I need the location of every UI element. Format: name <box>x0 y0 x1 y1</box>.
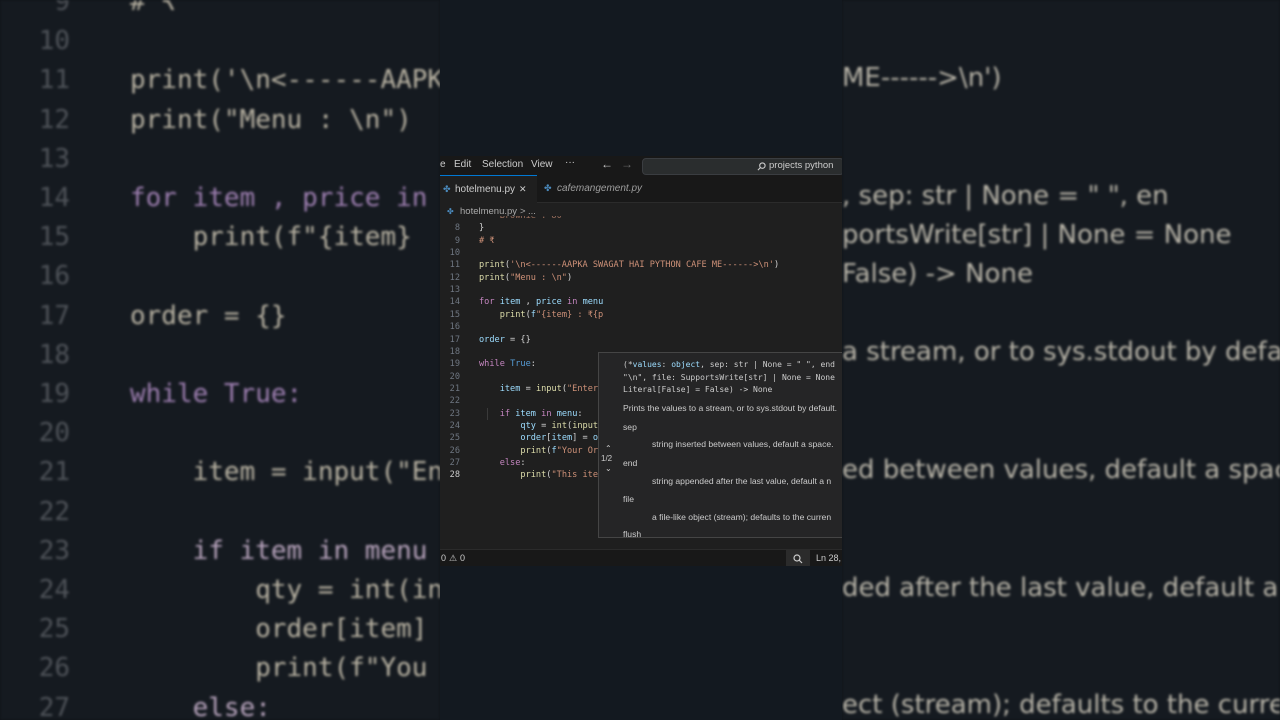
line-number: 24 <box>449 420 460 431</box>
param-name: end <box>623 458 638 468</box>
search-text: projects python <box>769 160 834 171</box>
signature-navigator: ⌃ 1/2 ⌄ <box>599 444 621 490</box>
param-description: string appended after the last value, de… <box>652 476 832 486</box>
signature-page: 1/2 <box>601 454 613 463</box>
tab-hotelmenu[interactable]: ✤ hotelmenu.py ✕ <box>440 175 537 203</box>
menu-file[interactable]: e <box>440 159 446 170</box>
line-number: 28 <box>449 470 460 481</box>
background-hover-line: ded after the last value, default a n <box>842 572 1280 603</box>
line-number: 16 <box>449 322 460 333</box>
background-hover-line: a stream, or to sys.stdout by defau <box>842 337 1280 368</box>
python-file-icon: ✤ <box>544 183 552 193</box>
code-text: print(f"Your Ord <box>520 445 604 456</box>
python-file-icon: ✤ <box>443 184 451 194</box>
search-icon <box>757 162 766 171</box>
tab-label: cafemangement.py <box>557 183 643 194</box>
code-text: order = {} <box>479 334 531 345</box>
background-hover-line: ME------>\n') <box>842 63 1002 93</box>
hover-description: Prints the values to a stream, or to sys… <box>623 403 837 413</box>
warnings-count[interactable]: 0 <box>460 550 465 566</box>
line-number: 8 <box>454 223 460 234</box>
menu-bar: e Edit Selection View ··· ← → projects p… <box>440 156 842 175</box>
line-number: 18 <box>449 346 460 357</box>
line-number: 22 <box>449 396 460 407</box>
zoom-icon <box>793 554 803 564</box>
background-hover-line: , sep: str | None = " ", en <box>842 180 1169 211</box>
line-number: 14 <box>449 297 460 308</box>
code-text: } <box>479 223 485 234</box>
code-text: print("This item") <box>520 470 613 481</box>
line-number: 25 <box>449 433 460 444</box>
menu-selection[interactable]: Selection <box>482 159 523 170</box>
param-description: string inserted between values, default … <box>652 439 834 449</box>
menu-view[interactable]: View <box>531 159 553 170</box>
command-center-search[interactable]: projects python <box>642 158 842 175</box>
code-text: qty = int(input( <box>520 420 603 431</box>
line-number: 17 <box>449 334 460 345</box>
param-name: sep <box>623 422 637 432</box>
code-text: while True: <box>479 359 536 370</box>
warning-icon: ⚠ <box>449 553 458 563</box>
cursor-position[interactable]: Ln 28, <box>816 550 841 566</box>
background-code-right: ME------>\n') , sep: str | None = " ", en… <box>842 0 1280 720</box>
param-name: file <box>623 494 634 504</box>
code-text: # ₹ <box>479 235 495 246</box>
chevron-down-icon[interactable]: ⌄ <box>605 464 612 473</box>
line-number: 12 <box>449 272 460 283</box>
line-number: 27 <box>449 458 460 468</box>
line-number: 11 <box>449 260 460 271</box>
hover-tooltip: (*values: object, sep: str | None = " ",… <box>598 352 842 538</box>
background-hover-line: ect (stream); defaults to the curren <box>842 690 1280 720</box>
menu-more-icon[interactable]: ··· <box>565 157 575 168</box>
close-icon[interactable]: ✕ <box>519 176 527 203</box>
background-hover-line: False) -> None <box>842 259 1033 289</box>
chevron-up-icon[interactable]: ⌃ <box>605 444 612 453</box>
line-number: 10 <box>449 248 460 259</box>
code-text: print(f"{item} : ₹{p <box>499 309 604 320</box>
indent-guide <box>487 408 488 420</box>
param-description: a file-like object (stream); defaults to… <box>652 512 832 522</box>
code-text: for item , price in menu <box>479 297 604 308</box>
background-hover-line: ed between values, default a space. <box>842 455 1280 485</box>
code-text: Brownie : 80 <box>479 216 562 221</box>
line-number: 20 <box>449 371 460 382</box>
background-hover-line: portsWrite[str] | None = None <box>842 219 1232 250</box>
back-arrow-icon[interactable]: ← <box>601 157 613 171</box>
vscode-window: e Edit Selection View ··· ← → projects p… <box>440 156 842 566</box>
param-name: flush <box>623 529 642 538</box>
code-text: else: <box>499 458 526 468</box>
code-text: print("Menu : \n") <box>479 272 573 283</box>
status-bar: 0 ⚠ 0 Ln 28, <box>440 549 842 566</box>
forward-arrow-icon[interactable]: → <box>621 157 633 171</box>
line-number: 21 <box>449 383 460 394</box>
code-editor[interactable]: 28 print("This item") 27 else: 26 print(f"… <box>440 216 842 556</box>
background-code-left: 9 # ₹10 11 print('\n<------AAPK 12 print("Men… <box>0 0 440 720</box>
line-number: 9 <box>454 235 460 246</box>
line-number: 23 <box>449 408 460 419</box>
tab-cafemangement[interactable]: ✤ cafemangement.py <box>540 175 650 202</box>
line-number: 13 <box>449 285 460 296</box>
line-number: 26 <box>449 445 460 456</box>
line-number: 15 <box>449 309 460 320</box>
tab-label: hotelmenu.py <box>455 184 516 195</box>
tab-bar: ✤ hotelmenu.py ✕ ✤ cafemangement.py <box>440 175 842 203</box>
problems-count[interactable]: 0 <box>441 550 446 566</box>
hover-signature: (*values: object, sep: str | None = " ",… <box>623 360 835 394</box>
zoom-button[interactable] <box>786 550 810 566</box>
code-text: item = input("Enter <box>499 383 599 394</box>
menu-edit[interactable]: Edit <box>454 159 471 170</box>
code-text: if item in menu: <box>499 408 583 419</box>
line-number: 19 <box>449 359 460 370</box>
code-text: print('\n<------AAPKA SWAGAT HAI PYTHON … <box>479 260 780 271</box>
code-text: order[item] = or <box>520 433 603 444</box>
